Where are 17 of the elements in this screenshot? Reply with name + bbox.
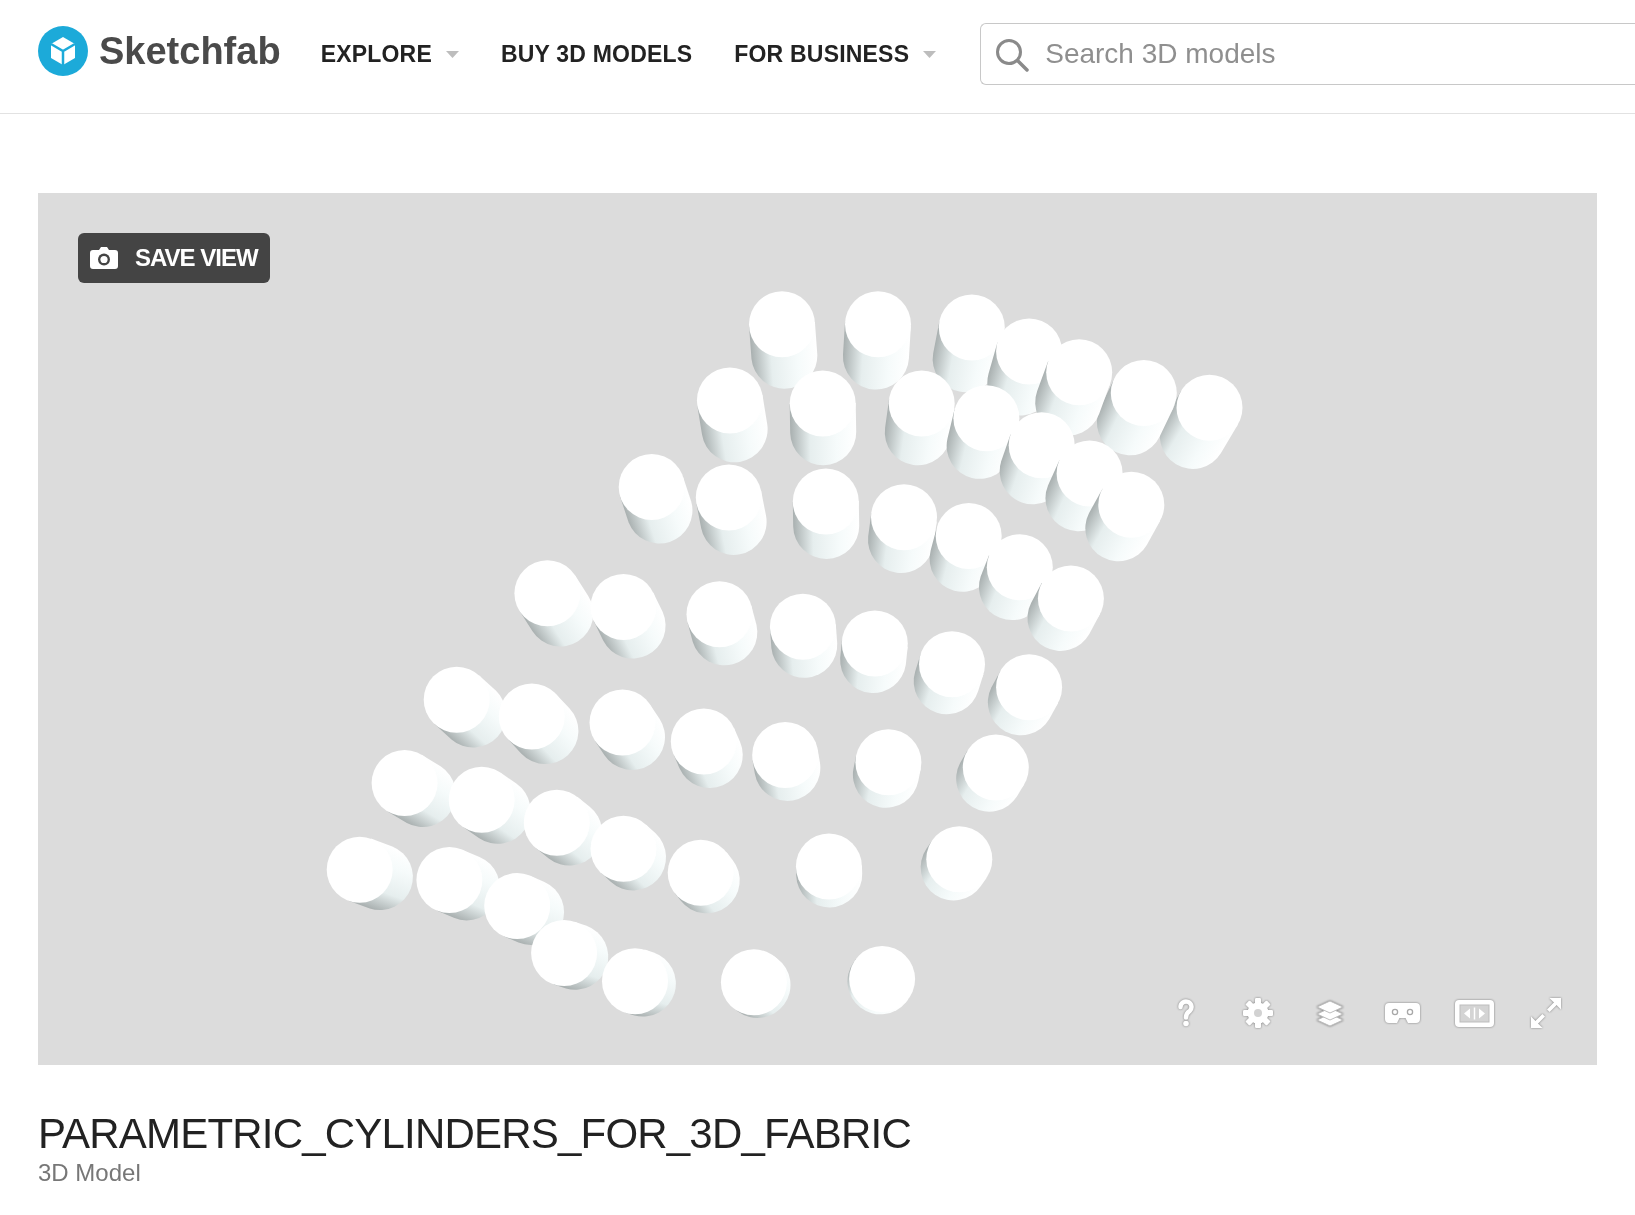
- vr-headset-icon[interactable]: [1384, 1003, 1420, 1023]
- search-field[interactable]: Search 3D models: [980, 23, 1635, 85]
- logo-link[interactable]: Sketchfab: [38, 22, 281, 80]
- model-title: PARAMETRIC_CYLINDERS_FOR_3D_FABRIC: [38, 1109, 912, 1159]
- nav-link[interactable]: BUY 3D MODELS: [500, 36, 693, 72]
- nav-dropdown-button[interactable]: FOR BUSINESS: [734, 36, 937, 72]
- model-type-label: 3D Model: [38, 1159, 142, 1189]
- layers-icon[interactable]: [1316, 999, 1344, 1027]
- search-icon: [995, 38, 1030, 72]
- camera-icon: [90, 247, 118, 269]
- theater-mode-icon[interactable]: [1454, 999, 1494, 1027]
- help-icon[interactable]: [1177, 999, 1195, 1027]
- fullscreen-icon[interactable]: [1531, 998, 1561, 1028]
- settings-icon[interactable]: [1243, 998, 1273, 1028]
- nav-dropdown-button[interactable]: EXPLORE: [320, 36, 459, 72]
- logo-icon: [38, 26, 88, 76]
- save-view-button[interactable]: SAVE VIEW: [78, 233, 270, 283]
